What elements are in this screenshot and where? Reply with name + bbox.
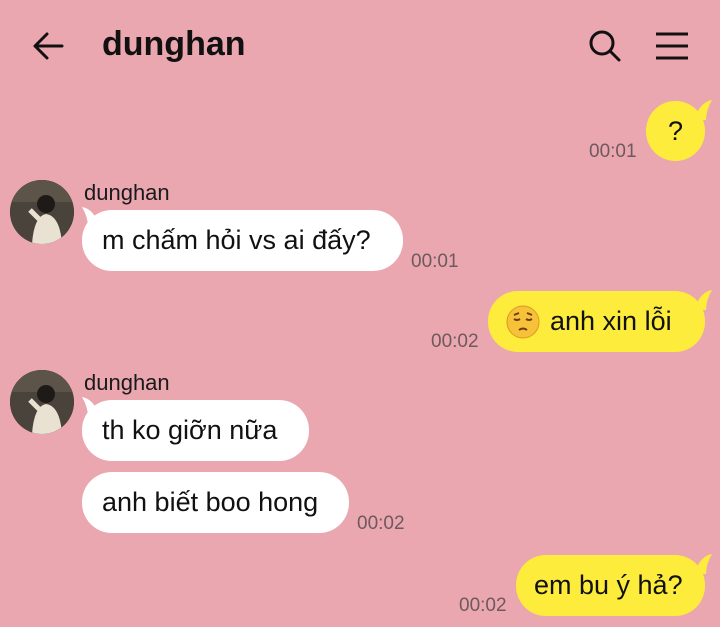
outgoing-message-bubble[interactable]: anh xin lỗi [488,291,705,352]
avatar[interactable] [10,180,74,244]
message-text: ? [667,115,684,146]
incoming-message-bubble[interactable]: m chấm hỏi vs ai đấy? [82,210,403,271]
back-arrow-icon[interactable] [30,28,70,64]
message-text: m chấm hỏi vs ai đấy? [102,225,371,255]
message-text: anh xin lỗi [550,306,672,336]
message-time: 00:01 [589,141,637,162]
search-icon[interactable] [586,28,626,64]
message-text: th ko giỡn nữa [102,415,278,445]
menu-icon[interactable] [652,28,692,64]
avatar[interactable] [10,370,74,434]
message-time: 00:02 [357,513,405,534]
message-time: 00:02 [431,331,479,352]
message-time: 00:01 [411,251,459,272]
bubble-tail [694,100,712,120]
message-text: anh biết boo hong [102,487,319,517]
sender-name: dunghan [84,370,170,395]
incoming-message-bubble[interactable]: anh biết boo hong [82,472,349,533]
outgoing-message-bubble[interactable]: em bu ý hả? [516,555,705,616]
pensive-face-icon [506,305,540,339]
message-time: 00:02 [459,595,507,616]
bubble-tail [694,554,712,574]
bubble-tail [694,290,712,310]
chat-title: dunghan [102,25,246,63]
chat-header: dunghan [0,0,720,92]
message-text: em bu ý hả? [534,570,683,600]
incoming-message-bubble[interactable]: th ko giỡn nữa [82,400,309,461]
sender-name: dunghan [84,180,170,205]
